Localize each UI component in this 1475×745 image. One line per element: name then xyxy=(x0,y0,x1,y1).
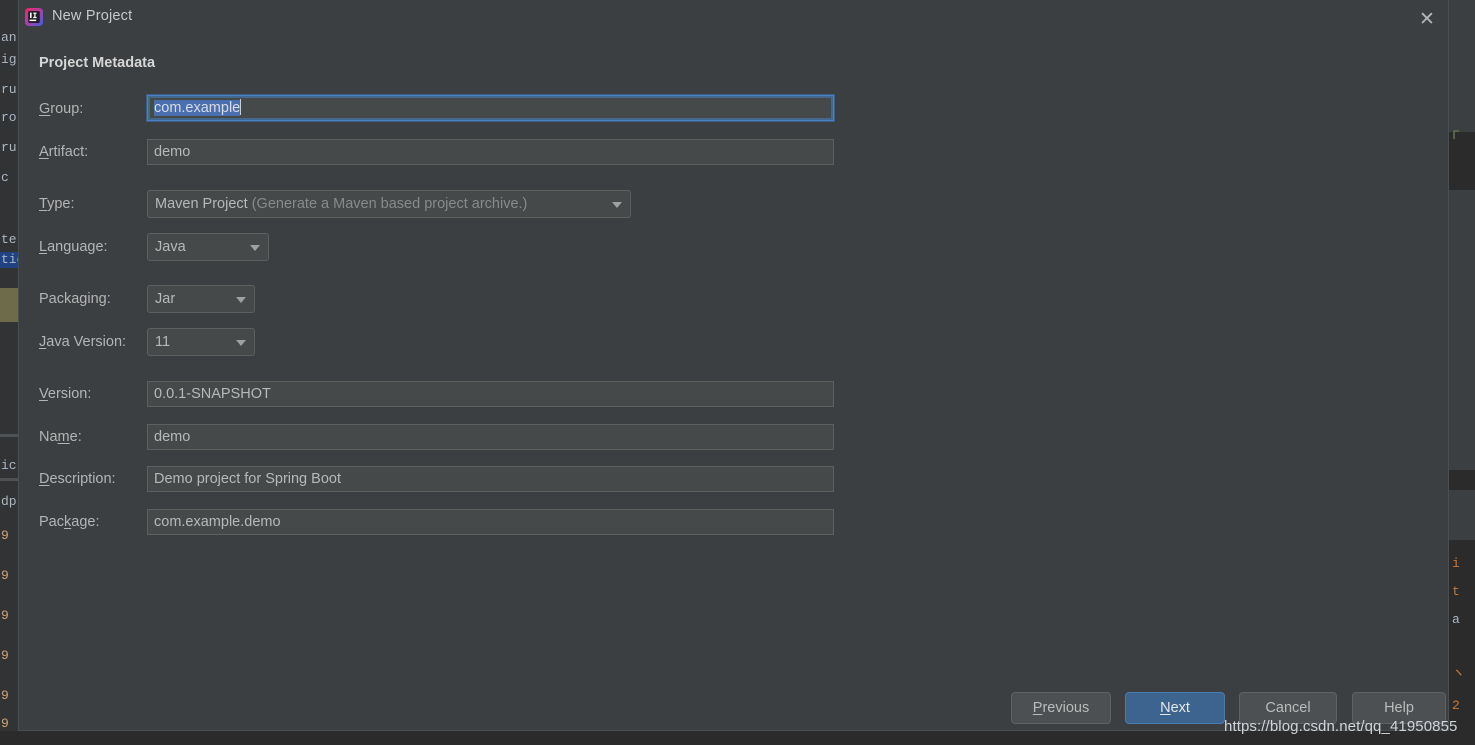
description-input-value: Demo project for Spring Boot xyxy=(154,471,341,487)
watermark-text: https://blog.csdn.net/qq_41950855 xyxy=(1224,718,1458,735)
packaging-label: Packaging: xyxy=(39,291,111,307)
chevron-down-icon xyxy=(236,340,246,346)
java-version-label: Java Version: xyxy=(39,334,127,350)
next-button[interactable]: Next xyxy=(1125,692,1225,724)
intellij-idea-icon xyxy=(24,7,44,27)
background-right-panel xyxy=(1449,190,1475,470)
background-code-fragment: ig xyxy=(1,52,17,67)
dialog-title: New Project xyxy=(52,8,133,24)
background-code-fragment: ru xyxy=(1,140,17,155)
package-label: Package: xyxy=(39,514,100,530)
background-code-fragment: dp xyxy=(1,494,17,509)
packaging-dropdown[interactable]: Jar xyxy=(147,285,255,313)
artifact-label: Artifact: xyxy=(39,144,89,160)
language-label: Language: xyxy=(39,239,108,255)
background-code-fragment: ru xyxy=(1,82,17,97)
background-code-fragment: t xyxy=(1452,584,1460,599)
type-label: Type: xyxy=(39,196,75,212)
background-code-fragment: 2 xyxy=(1452,698,1460,713)
background-code-fragment: Γ xyxy=(1452,128,1460,143)
background-highlight-band xyxy=(0,288,18,322)
new-project-dialog: New Project ✕ Project Metadata Group: co… xyxy=(18,0,1449,731)
background-code-fragment: 9 xyxy=(1,688,9,703)
name-label: Name: xyxy=(39,429,82,445)
page-title: Project Metadata xyxy=(39,55,156,71)
background-code-fragment: an xyxy=(1,30,17,45)
packaging-dropdown-value: Jar xyxy=(155,291,176,307)
type-dropdown-value: Maven Project xyxy=(155,196,248,212)
type-dropdown[interactable]: Maven Project (Generate a Maven based pr… xyxy=(147,190,631,218)
background-divider xyxy=(0,434,18,437)
previous-button[interactable]: Previous xyxy=(1011,692,1111,724)
description-input[interactable]: Demo project for Spring Boot xyxy=(147,466,834,492)
version-input[interactable]: 0.0.1-SNAPSHOT xyxy=(147,381,834,407)
chevron-down-icon xyxy=(250,245,260,251)
chevron-down-icon xyxy=(612,202,622,208)
name-input[interactable]: demo xyxy=(147,424,834,450)
type-dropdown-hint: (Generate a Maven based project archive.… xyxy=(251,196,528,212)
background-code-fragment: 9 xyxy=(1,528,9,543)
artifact-input-value: demo xyxy=(154,144,191,160)
background-code-fragment: c xyxy=(1,170,9,185)
background-code-fragment: ヽ xyxy=(1452,666,1466,681)
background-code-fragment: i xyxy=(1452,556,1460,571)
group-label: Group: xyxy=(39,101,84,117)
background-divider xyxy=(0,478,18,481)
background-code-fragment: 9 xyxy=(1,608,9,623)
background-code-fragment: a xyxy=(1452,612,1460,627)
background-selected-line: tic xyxy=(0,252,18,268)
package-input[interactable]: com.example.demo xyxy=(147,509,834,535)
java-version-dropdown-value: 11 xyxy=(155,334,171,350)
chevron-down-icon xyxy=(236,297,246,303)
background-code-fragment: ro xyxy=(1,110,17,125)
group-input[interactable]: com.example xyxy=(147,95,834,121)
description-label: Description: xyxy=(39,471,116,487)
version-label: Version: xyxy=(39,386,92,402)
package-input-value: com.example.demo xyxy=(154,514,281,530)
artifact-input[interactable]: demo xyxy=(147,139,834,165)
background-code-fragment: ic xyxy=(1,458,17,473)
background-right-panel xyxy=(1449,0,1475,132)
background-code-fragment: 9 xyxy=(1,568,9,583)
name-input-value: demo xyxy=(154,429,191,445)
version-input-value: 0.0.1-SNAPSHOT xyxy=(154,386,271,402)
language-dropdown[interactable]: Java xyxy=(147,233,269,261)
language-dropdown-value: Java xyxy=(155,239,186,255)
background-code-fragment: 9 xyxy=(1,716,9,731)
group-input-value: com.example xyxy=(154,100,241,116)
background-code-fragment: 9 xyxy=(1,648,9,663)
dialog-titlebar: New Project ✕ xyxy=(19,0,1448,37)
close-icon[interactable]: ✕ xyxy=(1412,4,1442,34)
java-version-dropdown[interactable]: 11 xyxy=(147,328,255,356)
background-right-panel xyxy=(1449,490,1475,540)
text-caret xyxy=(240,99,242,115)
background-code-fragment: te xyxy=(1,232,17,247)
